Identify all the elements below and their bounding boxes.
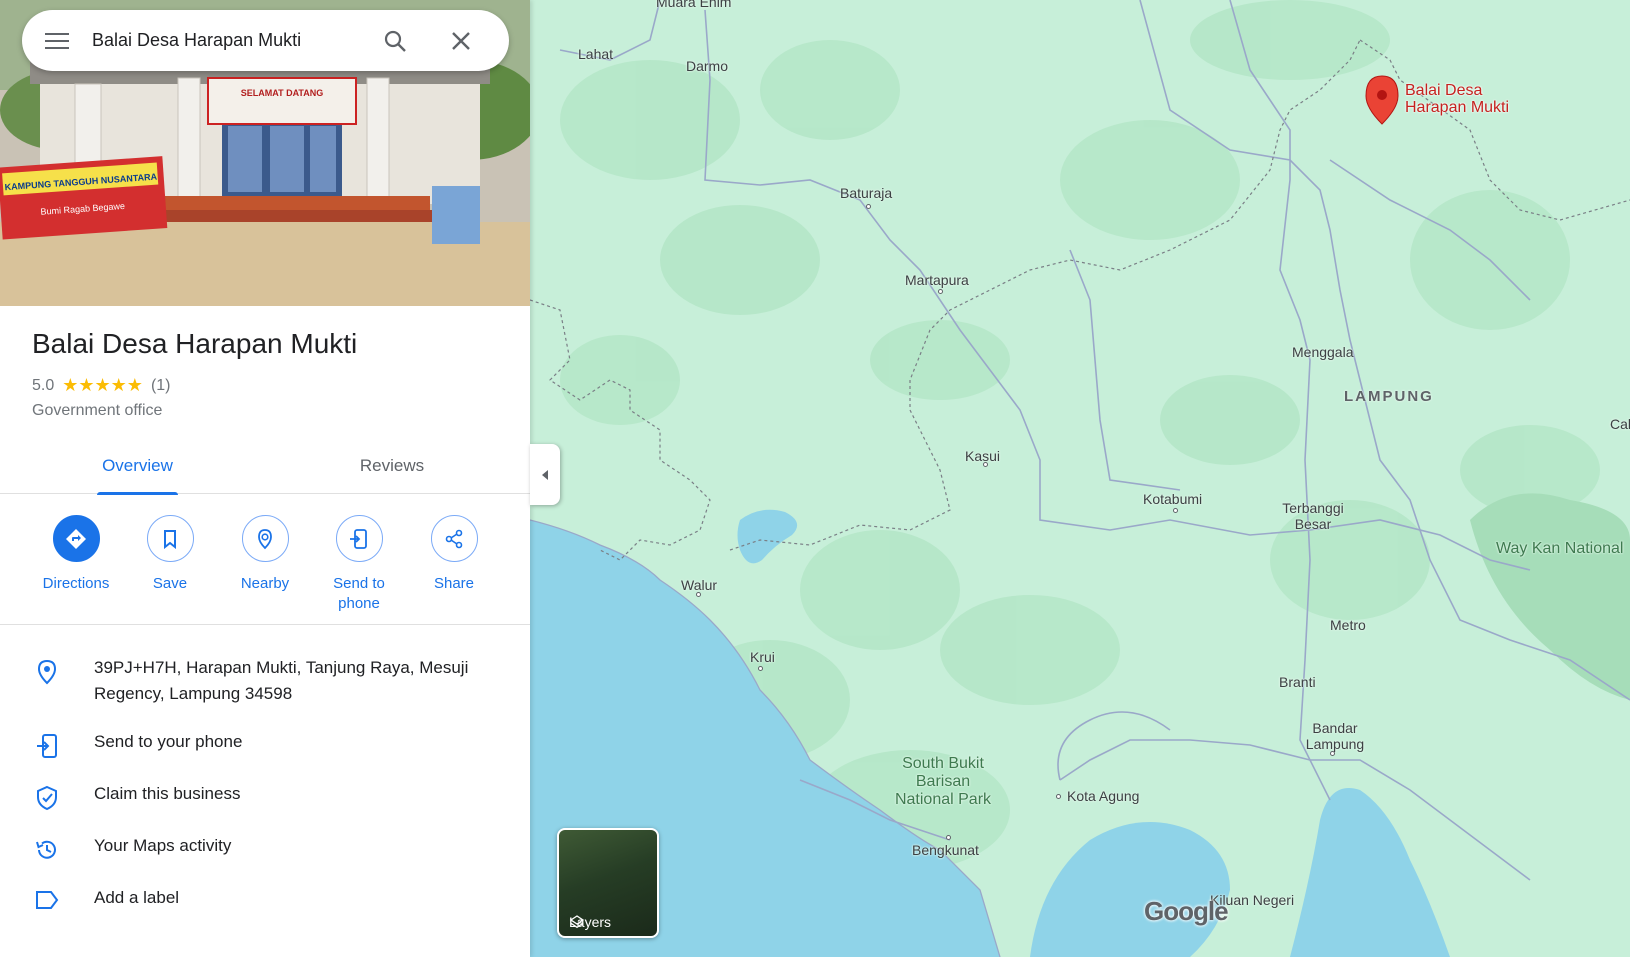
place-menggala: Menggala <box>1292 344 1354 360</box>
send-to-phone-icon <box>37 734 57 758</box>
review-count-link[interactable]: (1) <box>151 377 171 395</box>
search-box <box>22 10 509 71</box>
pin-label[interactable]: Balai Desa Harapan Mukti <box>1405 82 1535 116</box>
pin-label-text: Balai Desa Harapan Mukti <box>1405 82 1510 116</box>
place-walur: Walur <box>681 577 718 593</box>
google-logo: Google <box>1144 896 1229 927</box>
place-side-panel: SELAMAT DATANG KAMPUNG TANGGUH NUSANTARA… <box>0 0 530 957</box>
shield-check-icon <box>37 785 57 811</box>
place-title: Balai Desa Harapan Mukti <box>32 328 358 359</box>
save-label: Save <box>152 575 188 592</box>
map-terrain <box>530 0 1630 957</box>
place-way-kambas: Way Kan National <box>1496 540 1624 557</box>
close-x-icon <box>452 31 470 50</box>
place-category[interactable]: Government office <box>32 402 162 420</box>
directions-label: Directions <box>42 575 110 592</box>
place-south-bukit-barisan: South Bukit Barisan National Park <box>894 755 992 808</box>
send-to-phone-button[interactable]: Send to phone <box>312 515 406 614</box>
rating-stars: ★★★★★ <box>62 375 143 395</box>
magnifier-icon <box>384 30 406 52</box>
directions-button[interactable]: Directions <box>29 515 123 594</box>
layers-button[interactable]: Layers <box>557 828 659 938</box>
rating-value: 5.0 <box>32 376 55 394</box>
chevron-left-icon <box>542 469 548 480</box>
claim-business-row[interactable]: Claim this business <box>0 769 530 821</box>
location-pin-icon <box>37 659 57 685</box>
place-muara-enim: Muara Enim <box>656 0 732 10</box>
tab-reviews[interactable]: Reviews <box>352 438 432 494</box>
place-branti: Branti <box>1279 674 1316 690</box>
town-dot <box>1330 751 1335 756</box>
search-button[interactable] <box>362 10 428 71</box>
nearby-icon <box>258 528 272 549</box>
send-to-phone-icon <box>350 528 367 549</box>
place-martapura: Martapura <box>905 272 969 288</box>
send-to-your-phone-row[interactable]: Send to your phone <box>0 717 530 769</box>
action-buttons: Directions Save Nearby Send to phone Sha… <box>0 494 530 625</box>
maps-activity-text: Your Maps activity <box>94 836 232 855</box>
save-button[interactable]: Save <box>123 515 217 594</box>
place-lahat: Lahat <box>578 46 614 62</box>
nearby-button[interactable]: Nearby <box>218 515 312 594</box>
google-logo-text: Google <box>1144 896 1229 926</box>
tab-overview[interactable]: Overview <box>97 438 178 495</box>
map-canvas[interactable]: Balai Desa Harapan Mukti Muara Enim Laha… <box>530 0 1630 957</box>
tab-bar: Overview Reviews <box>0 438 530 495</box>
photo-banner-top-text: SELAMAT DATANG <box>241 88 324 98</box>
share-label: Share <box>433 575 475 592</box>
share-icon <box>445 529 463 548</box>
town-dot <box>696 592 701 597</box>
town-dot <box>946 835 951 840</box>
address-row[interactable]: 39PJ+H7H, Harapan Mukti, Tanjung Raya, M… <box>0 640 530 717</box>
town-dot <box>983 462 988 467</box>
place-bandar-lampung: Bandar Lampung <box>1305 720 1365 752</box>
place-terbanggi-besar: Terbanggi Besar <box>1282 500 1344 532</box>
menu-button[interactable] <box>22 10 92 71</box>
town-dot <box>1173 508 1178 513</box>
place-baturaja: Baturaja <box>840 185 893 201</box>
info-list: 39PJ+H7H, Harapan Mukti, Tanjung Raya, M… <box>0 640 530 925</box>
place-darmo: Darmo <box>686 58 729 74</box>
region-lampung: LAMPUNG <box>1344 388 1434 405</box>
send-to-phone-label: Send to phone <box>333 575 385 612</box>
place-cab: Cab <box>1610 416 1630 432</box>
place-kota-agung: Kota Agung <box>1067 788 1140 804</box>
town-dot <box>1056 794 1061 799</box>
place-bengkunat: Bengkunat <box>912 842 979 858</box>
address-text: 39PJ+H7H, Harapan Mukti, Tanjung Raya, M… <box>94 658 469 703</box>
town-dot <box>938 289 943 294</box>
hamburger-menu-icon <box>45 32 69 49</box>
claim-business-text: Claim this business <box>94 784 241 803</box>
add-label-text: Add a label <box>94 888 180 907</box>
send-to-your-phone-text: Send to your phone <box>94 732 243 751</box>
place-kotabumi: Kotabumi <box>1143 491 1203 507</box>
history-icon <box>36 840 56 859</box>
place-kasui: Kasui <box>965 448 1001 464</box>
directions-icon <box>66 528 86 549</box>
place-metro: Metro <box>1330 617 1366 633</box>
bookmark-icon <box>164 529 176 549</box>
label-icon <box>36 891 59 909</box>
add-label-row[interactable]: Add a label <box>0 873 530 925</box>
close-search-button[interactable] <box>428 10 494 71</box>
share-button[interactable]: Share <box>407 515 501 594</box>
rating-row: 5.0 ★★★★★ (1) <box>32 375 171 396</box>
place-krui: Krui <box>750 649 775 665</box>
search-input[interactable] <box>92 20 362 61</box>
nearby-label: Nearby <box>240 575 290 592</box>
town-dot <box>866 204 871 209</box>
town-dot <box>758 666 763 671</box>
maps-activity-row[interactable]: Your Maps activity <box>0 821 530 873</box>
collapse-panel-button[interactable] <box>530 444 560 505</box>
layers-icon <box>569 915 585 929</box>
